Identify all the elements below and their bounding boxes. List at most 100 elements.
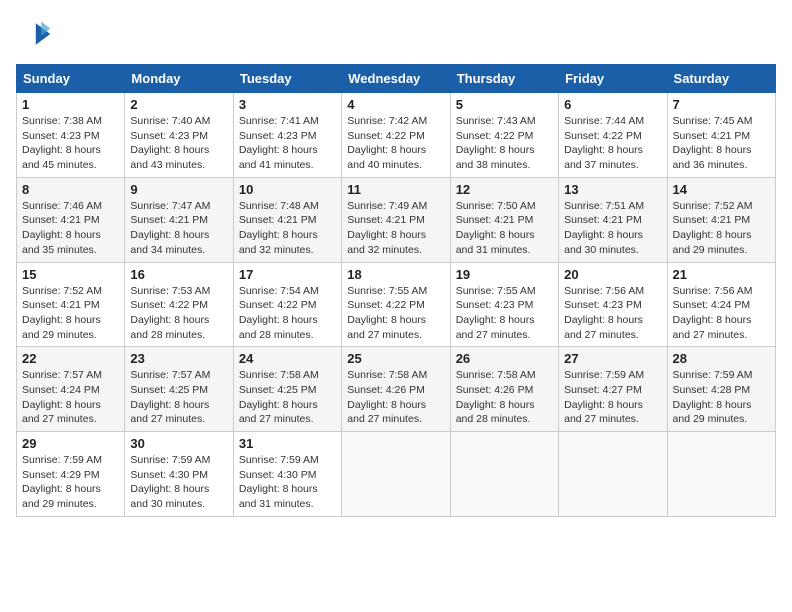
sunrise-label: Sunrise: 7:49 AM	[347, 200, 427, 212]
day-number: 2	[130, 97, 227, 112]
day-info: Sunrise: 7:58 AM Sunset: 4:26 PM Dayligh…	[456, 368, 553, 427]
day-header-thursday: Thursday	[450, 65, 558, 93]
daylight-label: Daylight: 8 hours and 27 minutes.	[564, 399, 643, 426]
day-number: 6	[564, 97, 661, 112]
day-info: Sunrise: 7:57 AM Sunset: 4:24 PM Dayligh…	[22, 368, 119, 427]
day-header-saturday: Saturday	[667, 65, 775, 93]
day-number: 14	[673, 182, 770, 197]
logo	[16, 16, 56, 52]
sunset-label: Sunset: 4:22 PM	[347, 130, 425, 142]
daylight-label: Daylight: 8 hours and 41 minutes.	[239, 144, 318, 171]
page-header	[16, 16, 776, 52]
calendar-table: SundayMondayTuesdayWednesdayThursdayFrid…	[16, 64, 776, 517]
calendar-cell: 20 Sunrise: 7:56 AM Sunset: 4:23 PM Dayl…	[559, 262, 667, 347]
calendar-cell	[667, 432, 775, 517]
calendar-cell: 15 Sunrise: 7:52 AM Sunset: 4:21 PM Dayl…	[17, 262, 125, 347]
sunrise-label: Sunrise: 7:56 AM	[564, 285, 644, 297]
sunrise-label: Sunrise: 7:41 AM	[239, 115, 319, 127]
calendar-header-row: SundayMondayTuesdayWednesdayThursdayFrid…	[17, 65, 776, 93]
sunrise-label: Sunrise: 7:59 AM	[239, 454, 319, 466]
day-number: 12	[456, 182, 553, 197]
calendar-cell: 29 Sunrise: 7:59 AM Sunset: 4:29 PM Dayl…	[17, 432, 125, 517]
daylight-label: Daylight: 8 hours and 27 minutes.	[347, 399, 426, 426]
day-number: 18	[347, 267, 444, 282]
day-number: 21	[673, 267, 770, 282]
sunset-label: Sunset: 4:22 PM	[130, 299, 208, 311]
sunset-label: Sunset: 4:24 PM	[22, 384, 100, 396]
day-info: Sunrise: 7:58 AM Sunset: 4:26 PM Dayligh…	[347, 368, 444, 427]
calendar-cell	[559, 432, 667, 517]
day-number: 3	[239, 97, 336, 112]
day-info: Sunrise: 7:47 AM Sunset: 4:21 PM Dayligh…	[130, 199, 227, 258]
daylight-label: Daylight: 8 hours and 43 minutes.	[130, 144, 209, 171]
day-info: Sunrise: 7:38 AM Sunset: 4:23 PM Dayligh…	[22, 114, 119, 173]
day-number: 20	[564, 267, 661, 282]
sunrise-label: Sunrise: 7:54 AM	[239, 285, 319, 297]
calendar-week-5: 29 Sunrise: 7:59 AM Sunset: 4:29 PM Dayl…	[17, 432, 776, 517]
day-header-tuesday: Tuesday	[233, 65, 341, 93]
daylight-label: Daylight: 8 hours and 37 minutes.	[564, 144, 643, 171]
day-info: Sunrise: 7:42 AM Sunset: 4:22 PM Dayligh…	[347, 114, 444, 173]
daylight-label: Daylight: 8 hours and 29 minutes.	[673, 399, 752, 426]
sunset-label: Sunset: 4:21 PM	[22, 299, 100, 311]
day-number: 26	[456, 351, 553, 366]
daylight-label: Daylight: 8 hours and 27 minutes.	[347, 314, 426, 341]
sunrise-label: Sunrise: 7:58 AM	[239, 369, 319, 381]
day-info: Sunrise: 7:59 AM Sunset: 4:30 PM Dayligh…	[239, 453, 336, 512]
calendar-cell: 19 Sunrise: 7:55 AM Sunset: 4:23 PM Dayl…	[450, 262, 558, 347]
day-header-monday: Monday	[125, 65, 233, 93]
day-number: 23	[130, 351, 227, 366]
sunrise-label: Sunrise: 7:51 AM	[564, 200, 644, 212]
day-number: 28	[673, 351, 770, 366]
calendar-cell: 9 Sunrise: 7:47 AM Sunset: 4:21 PM Dayli…	[125, 177, 233, 262]
sunrise-label: Sunrise: 7:57 AM	[130, 369, 210, 381]
calendar-cell: 30 Sunrise: 7:59 AM Sunset: 4:30 PM Dayl…	[125, 432, 233, 517]
sunset-label: Sunset: 4:22 PM	[347, 299, 425, 311]
sunset-label: Sunset: 4:28 PM	[673, 384, 751, 396]
calendar-cell: 7 Sunrise: 7:45 AM Sunset: 4:21 PM Dayli…	[667, 93, 775, 178]
sunset-label: Sunset: 4:25 PM	[130, 384, 208, 396]
sunrise-label: Sunrise: 7:55 AM	[347, 285, 427, 297]
day-info: Sunrise: 7:59 AM Sunset: 4:29 PM Dayligh…	[22, 453, 119, 512]
day-number: 13	[564, 182, 661, 197]
day-info: Sunrise: 7:44 AM Sunset: 4:22 PM Dayligh…	[564, 114, 661, 173]
day-number: 25	[347, 351, 444, 366]
day-info: Sunrise: 7:52 AM Sunset: 4:21 PM Dayligh…	[22, 284, 119, 343]
day-number: 11	[347, 182, 444, 197]
sunset-label: Sunset: 4:21 PM	[673, 214, 751, 226]
calendar-cell: 28 Sunrise: 7:59 AM Sunset: 4:28 PM Dayl…	[667, 347, 775, 432]
sunset-label: Sunset: 4:21 PM	[347, 214, 425, 226]
day-info: Sunrise: 7:43 AM Sunset: 4:22 PM Dayligh…	[456, 114, 553, 173]
calendar-cell: 26 Sunrise: 7:58 AM Sunset: 4:26 PM Dayl…	[450, 347, 558, 432]
daylight-label: Daylight: 8 hours and 29 minutes.	[673, 229, 752, 256]
calendar-cell: 16 Sunrise: 7:53 AM Sunset: 4:22 PM Dayl…	[125, 262, 233, 347]
sunset-label: Sunset: 4:23 PM	[239, 130, 317, 142]
sunset-label: Sunset: 4:23 PM	[564, 299, 642, 311]
sunset-label: Sunset: 4:22 PM	[456, 130, 534, 142]
daylight-label: Daylight: 8 hours and 27 minutes.	[564, 314, 643, 341]
day-info: Sunrise: 7:41 AM Sunset: 4:23 PM Dayligh…	[239, 114, 336, 173]
daylight-label: Daylight: 8 hours and 27 minutes.	[239, 399, 318, 426]
calendar-cell: 2 Sunrise: 7:40 AM Sunset: 4:23 PM Dayli…	[125, 93, 233, 178]
sunset-label: Sunset: 4:21 PM	[673, 130, 751, 142]
sunrise-label: Sunrise: 7:52 AM	[22, 285, 102, 297]
calendar-cell: 3 Sunrise: 7:41 AM Sunset: 4:23 PM Dayli…	[233, 93, 341, 178]
day-info: Sunrise: 7:50 AM Sunset: 4:21 PM Dayligh…	[456, 199, 553, 258]
calendar-cell: 23 Sunrise: 7:57 AM Sunset: 4:25 PM Dayl…	[125, 347, 233, 432]
calendar-cell: 24 Sunrise: 7:58 AM Sunset: 4:25 PM Dayl…	[233, 347, 341, 432]
sunset-label: Sunset: 4:21 PM	[239, 214, 317, 226]
day-info: Sunrise: 7:40 AM Sunset: 4:23 PM Dayligh…	[130, 114, 227, 173]
sunset-label: Sunset: 4:21 PM	[22, 214, 100, 226]
day-number: 7	[673, 97, 770, 112]
sunset-label: Sunset: 4:22 PM	[239, 299, 317, 311]
day-number: 16	[130, 267, 227, 282]
calendar-cell: 31 Sunrise: 7:59 AM Sunset: 4:30 PM Dayl…	[233, 432, 341, 517]
day-info: Sunrise: 7:56 AM Sunset: 4:23 PM Dayligh…	[564, 284, 661, 343]
calendar-cell: 6 Sunrise: 7:44 AM Sunset: 4:22 PM Dayli…	[559, 93, 667, 178]
sunset-label: Sunset: 4:21 PM	[564, 214, 642, 226]
day-header-wednesday: Wednesday	[342, 65, 450, 93]
day-info: Sunrise: 7:56 AM Sunset: 4:24 PM Dayligh…	[673, 284, 770, 343]
calendar-cell	[342, 432, 450, 517]
day-info: Sunrise: 7:59 AM Sunset: 4:30 PM Dayligh…	[130, 453, 227, 512]
sunrise-label: Sunrise: 7:59 AM	[22, 454, 102, 466]
